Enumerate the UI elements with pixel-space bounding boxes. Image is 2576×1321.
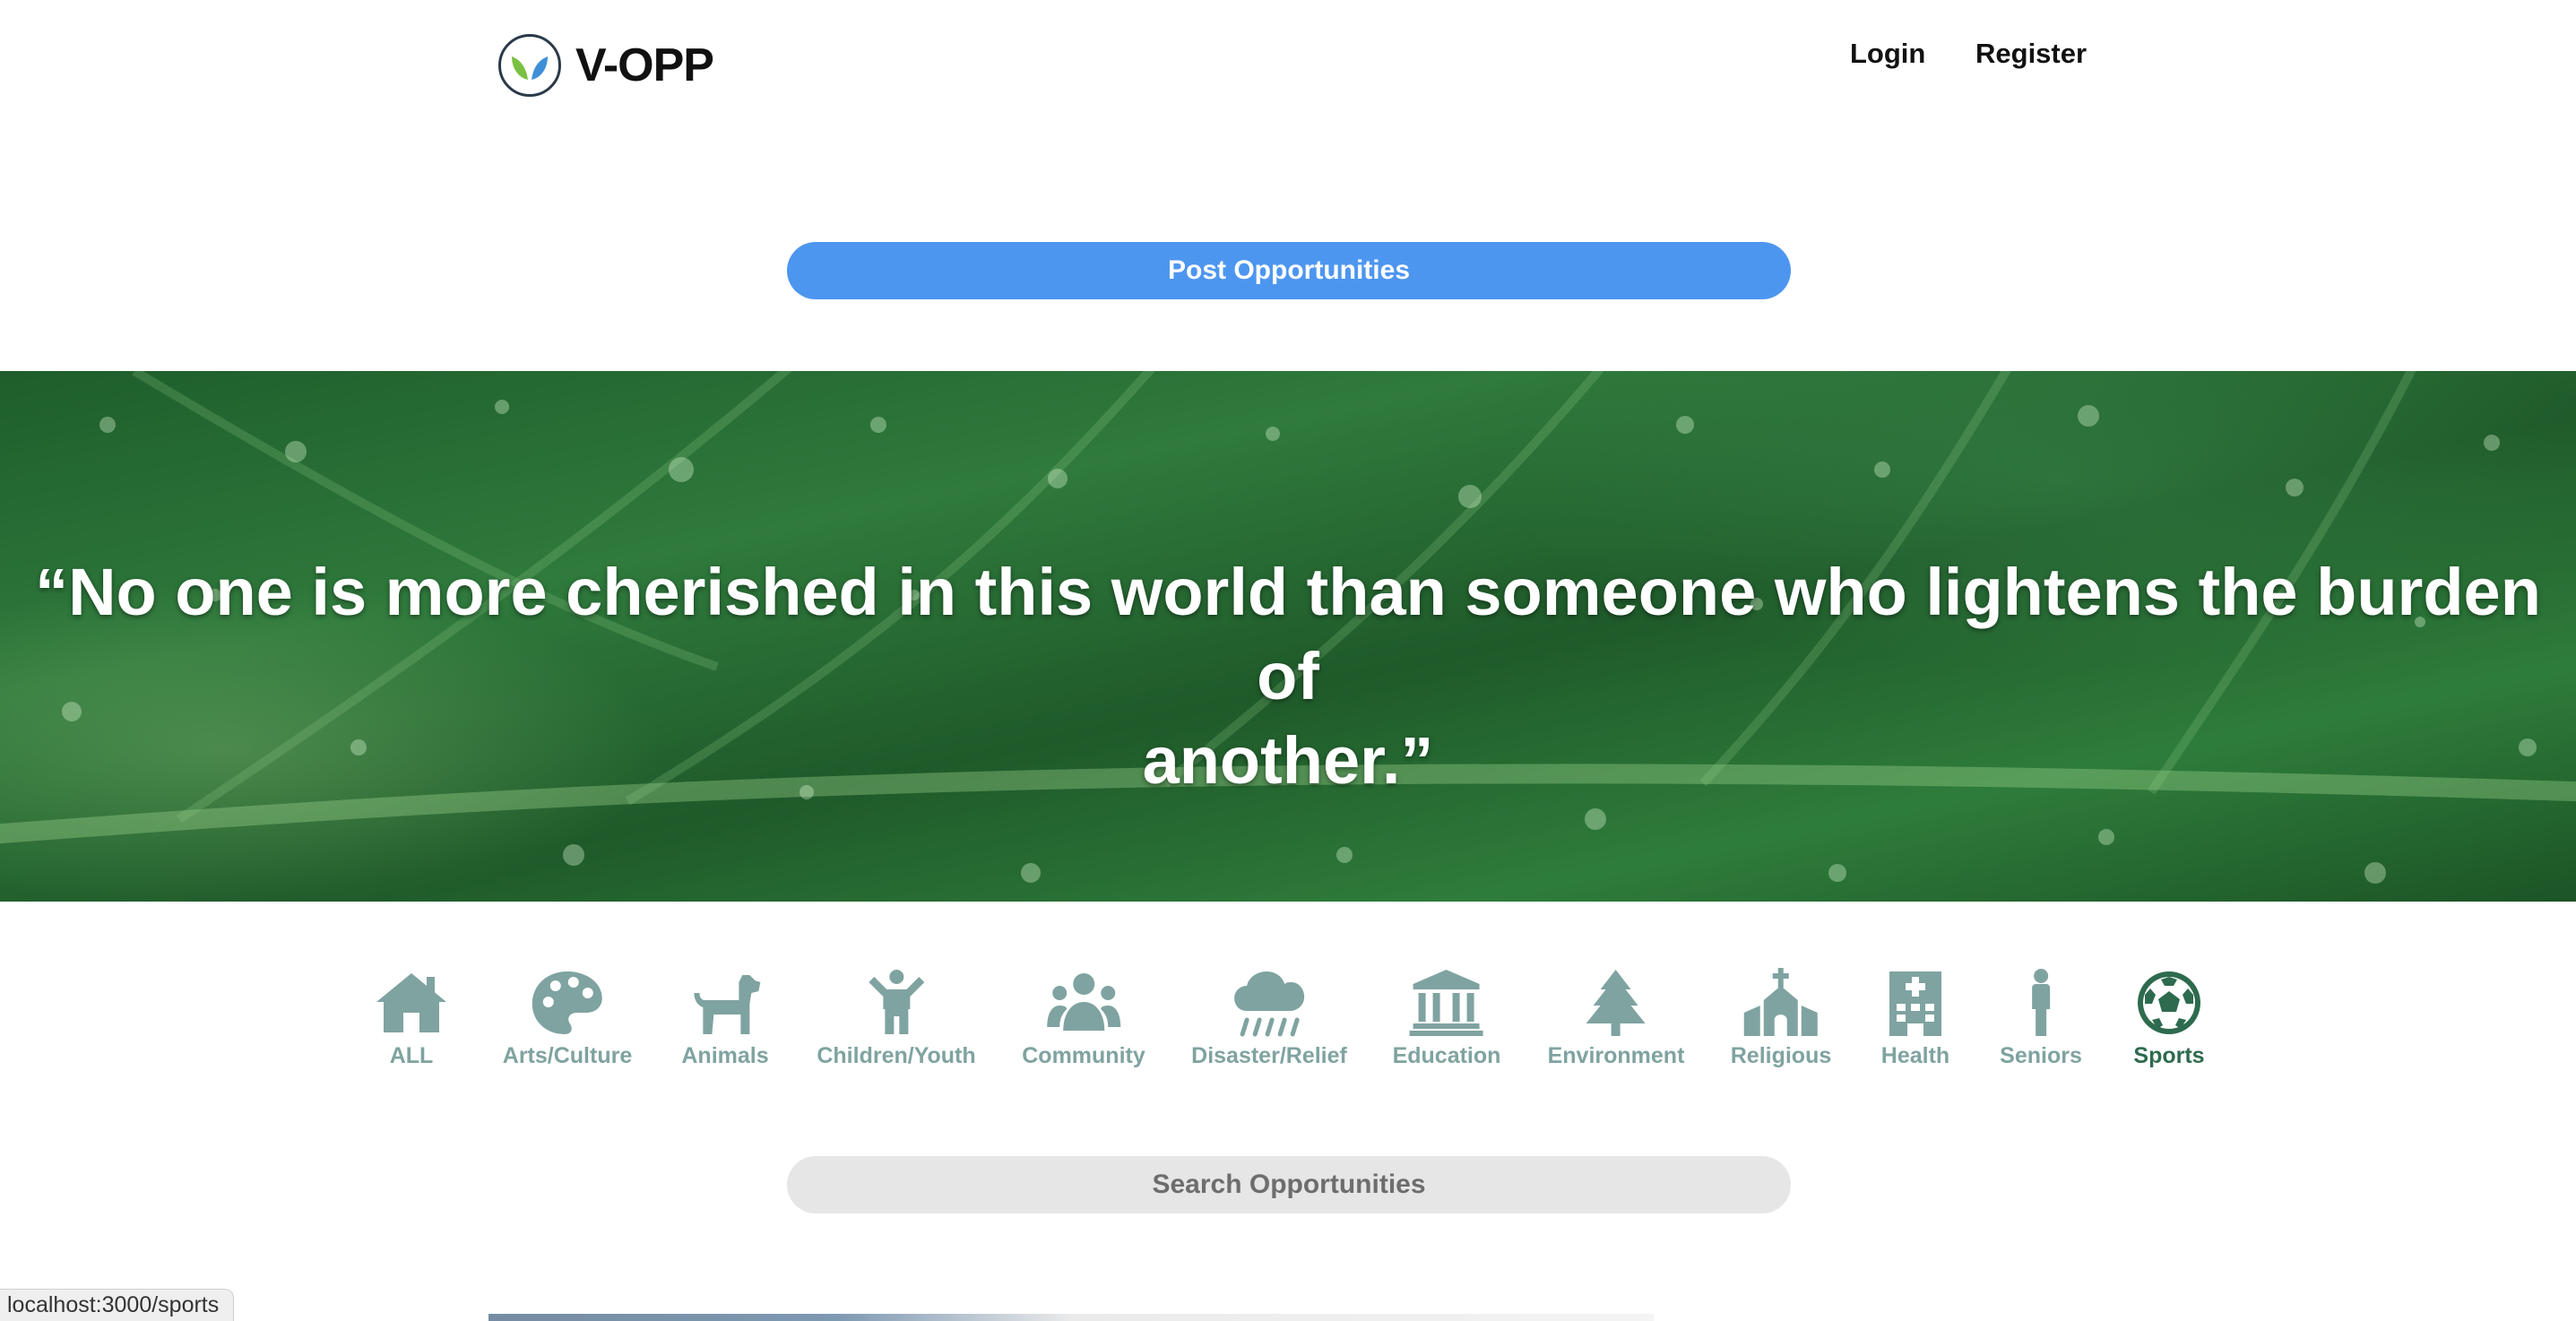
category-seniors[interactable]: Seniors (2000, 968, 2082, 1069)
category-label: Children/Youth (817, 1043, 976, 1068)
category-filter-bar: ALL Arts/Culture Animals Children/Youth … (359, 968, 2223, 1084)
brand-logo[interactable]: V-OPP (498, 34, 714, 97)
child-icon (868, 970, 924, 1034)
hero-banner: “No one is more cherished in this world … (0, 371, 2576, 902)
hero-quote-line-2: another.” (1142, 723, 1434, 798)
cloud-rain-icon (1233, 971, 1304, 1037)
content-preview-edge (488, 1314, 1654, 1321)
category-label: Community (1022, 1043, 1145, 1068)
category-religious[interactable]: Religious (1730, 968, 1832, 1069)
church-icon (1743, 968, 1818, 1036)
home-icon (376, 973, 446, 1032)
category-arts-culture[interactable]: Arts/Culture (503, 968, 632, 1069)
category-animals[interactable]: Animals (681, 968, 769, 1069)
category-health[interactable]: Health (1877, 968, 1954, 1069)
users-icon (1047, 973, 1120, 1031)
category-label: Education (1392, 1043, 1501, 1068)
category-label: Seniors (2000, 1043, 2082, 1068)
category-community[interactable]: Community (1022, 968, 1145, 1069)
dog-icon (693, 975, 760, 1034)
login-link[interactable]: Login (1850, 38, 1925, 70)
browser-status-url: localhost:3000/sports (0, 1289, 235, 1321)
soccer-ball-icon (2138, 971, 2200, 1034)
post-opportunities-button[interactable]: Post Opportunities (787, 242, 1791, 299)
category-label: Disaster/Relief (1191, 1043, 1347, 1068)
hero-quote-line-1: “No one is more cherished in this world … (35, 555, 2541, 713)
hospital-icon (1889, 971, 1941, 1036)
category-children-youth[interactable]: Children/Youth (817, 968, 976, 1069)
palette-icon (532, 971, 602, 1034)
category-label: ALL (389, 1043, 434, 1068)
search-opportunities-input[interactable] (787, 1156, 1791, 1213)
category-disaster-relief[interactable]: Disaster/Relief (1191, 968, 1347, 1069)
category-label: Sports (2133, 1043, 2205, 1068)
category-label: Arts/Culture (502, 1043, 633, 1068)
category-environment[interactable]: Environment (1547, 968, 1685, 1069)
landmark-icon (1410, 970, 1483, 1036)
category-sports[interactable]: Sports (2131, 968, 2208, 1069)
category-education[interactable]: Education (1392, 968, 1501, 1069)
category-label: Health (1880, 1043, 1950, 1068)
leaf-logo-icon (498, 34, 561, 97)
hero-quote: “No one is more cherished in this world … (0, 550, 2576, 803)
register-link[interactable]: Register (1975, 38, 2087, 70)
category-all[interactable]: ALL (373, 968, 450, 1069)
category-label: Religious (1730, 1043, 1832, 1068)
brand-name: V-OPP (575, 39, 714, 91)
tree-icon (1586, 970, 1646, 1036)
category-label: Animals (681, 1043, 769, 1068)
person-icon (2031, 969, 2050, 1036)
category-label: Environment (1547, 1043, 1685, 1068)
